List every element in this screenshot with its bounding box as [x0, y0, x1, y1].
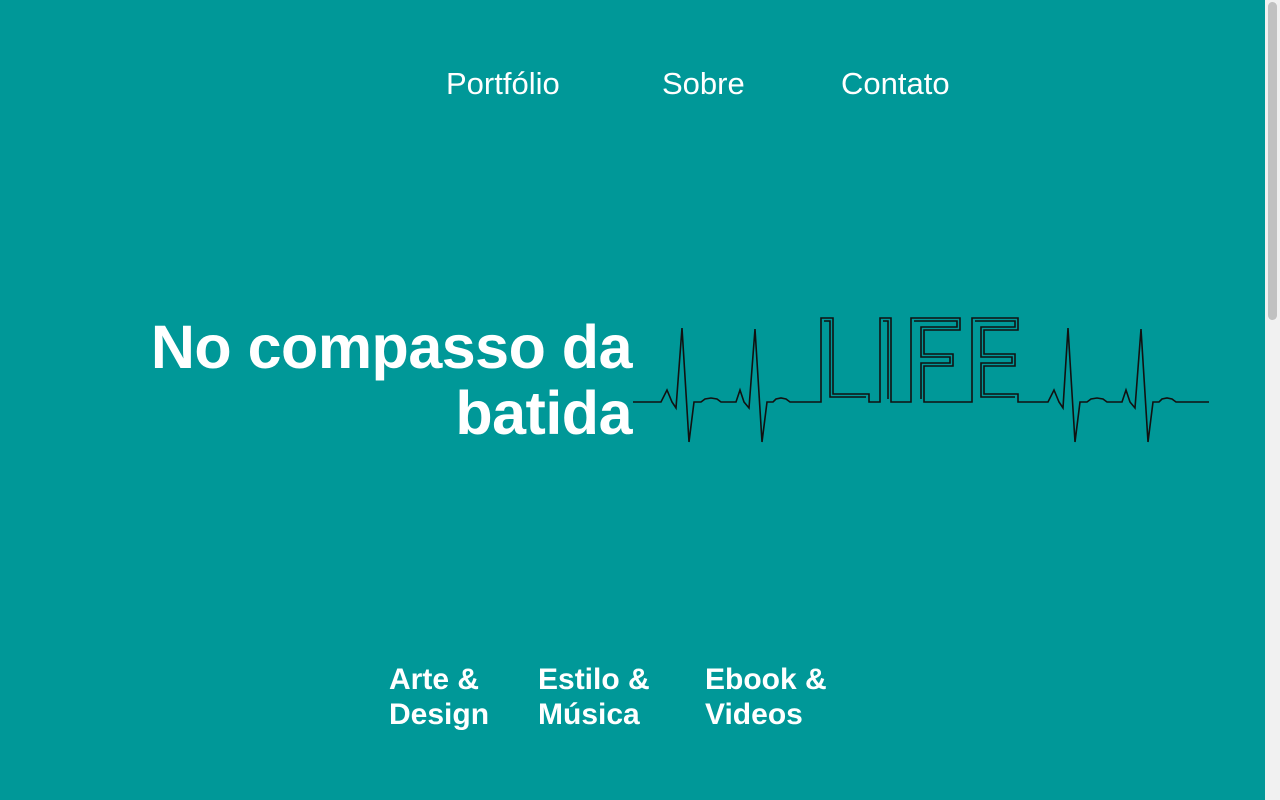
life-letter-f-inner: [914, 320, 958, 399]
life-letter-i-inner: [883, 320, 889, 399]
vertical-scrollbar[interactable]: [1265, 0, 1280, 800]
category-label-line2: Música: [538, 698, 640, 731]
category-label-line1: Arte &: [389, 663, 480, 696]
main-nav: Portfólio Sobre Contato: [0, 64, 1265, 108]
life-letter-l-inner: [824, 320, 866, 398]
category-label-line2: Design: [389, 698, 490, 731]
nav-link-contato[interactable]: Contato: [841, 64, 950, 104]
category-ebook-videos[interactable]: Ebook & Videos: [705, 662, 827, 732]
nav-link-sobre[interactable]: Sobre: [662, 64, 745, 104]
category-arte-design[interactable]: Arte & Design: [389, 662, 489, 732]
category-label-line2: Videos: [705, 698, 803, 731]
scrollbar-thumb[interactable]: [1268, 2, 1277, 320]
hero-title: No compasso da batida: [150, 313, 633, 447]
hero-title-line2: batida: [455, 379, 632, 447]
category-label-line1: Ebook &: [705, 663, 827, 696]
hero-title-line1: No compasso da: [150, 313, 633, 381]
category-estilo-musica[interactable]: Estilo & Música: [538, 662, 650, 732]
nav-link-portfolio[interactable]: Portfólio: [446, 64, 560, 104]
heartbeat-life-graphic: [633, 317, 1209, 443]
category-label-line1: Estilo &: [538, 663, 650, 696]
life-letter-e-inner: [975, 320, 1016, 398]
